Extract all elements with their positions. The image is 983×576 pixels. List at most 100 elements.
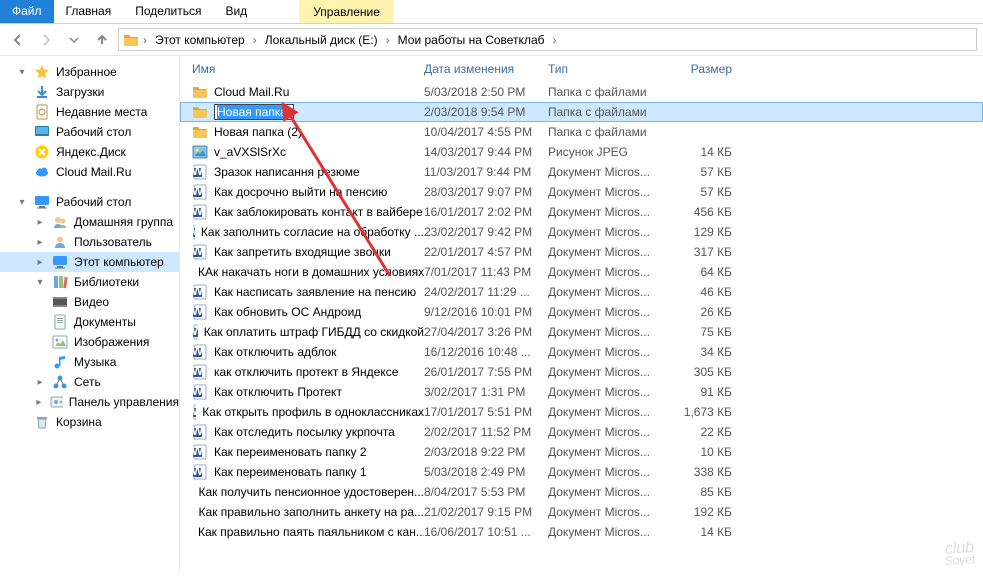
file-name-cell[interactable]: v_aVXSlSrXc (192, 144, 424, 160)
file-row[interactable]: КАк накачать ноги в домашних условиях7/0… (180, 262, 983, 282)
tree-homegroup[interactable]: ▸Домашняя группа (0, 212, 179, 232)
tree-lib-pictures[interactable]: Изображения (0, 332, 179, 352)
tree-this-pc[interactable]: ▸Этот компьютер (0, 252, 179, 272)
breadcrumb-chevron-icon[interactable]: › (141, 33, 149, 47)
ribbon-tab-file[interactable]: Файл (0, 0, 54, 23)
ribbon-tab-home[interactable]: Главная (54, 0, 124, 23)
file-name-cell[interactable]: Как отключить Протект (192, 384, 424, 400)
file-date-cell: 22/01/2017 4:57 PM (424, 245, 548, 259)
file-row[interactable]: Как открыть профиль в одноклассниках17/0… (180, 402, 983, 422)
file-name-cell[interactable]: Как заполнить согласие на обработку ... (192, 224, 424, 240)
word-icon (192, 184, 208, 200)
chevron-down-icon[interactable]: ▾ (16, 197, 28, 208)
file-name-cell[interactable]: Зразок написання резюме (192, 164, 424, 180)
tree-network[interactable]: ▸Сеть (0, 372, 179, 392)
chevron-right-icon[interactable]: ▸ (34, 397, 44, 408)
breadcrumb-folder[interactable]: Мои работы на Советклаб (394, 33, 549, 47)
file-name-cell[interactable]: Как открыть профиль в одноклассниках (192, 404, 424, 420)
file-name-cell[interactable]: Как насписать заявление на пенсию (192, 284, 424, 300)
tree-favorites[interactable]: ▾Избранное (0, 62, 179, 82)
file-row[interactable]: Как досрочно выйти на пенсию28/03/2017 9… (180, 182, 983, 202)
breadcrumb-this-pc[interactable]: Этот компьютер (151, 33, 249, 47)
column-date[interactable]: Дата изменения (424, 62, 548, 76)
file-name-cell[interactable]: Как оплатить штраф ГИБДД со скидкой (192, 324, 424, 340)
file-name-cell[interactable]: Cloud Mail.Ru (192, 84, 424, 100)
ribbon-tab-share[interactable]: Поделиться (123, 0, 213, 23)
file-row[interactable]: Как правильно паять паяльником с кан...1… (180, 522, 983, 542)
file-row[interactable]: Новая папка (2)10/04/2017 4:55 PMПапка с… (180, 122, 983, 142)
file-row[interactable]: Зразок написання резюме11/03/2017 9:44 P… (180, 162, 983, 182)
breadcrumb-drive[interactable]: Локальный диск (E:) (261, 33, 382, 47)
tree-control-panel[interactable]: ▸Панель управления (0, 392, 179, 412)
chevron-right-icon[interactable]: ▸ (34, 217, 46, 228)
file-row[interactable]: Как переименовать папку 15/03/2018 2:49 … (180, 462, 983, 482)
file-name-label: Новая папка (2) (214, 125, 302, 139)
file-row[interactable]: Как запретить входящие звонки22/01/2017 … (180, 242, 983, 262)
tree-libraries[interactable]: ▾Библиотеки (0, 272, 179, 292)
file-row[interactable]: Новая папка2/03/2018 9:54 PMПапка с файл… (180, 102, 983, 122)
tree-yandex-disk[interactable]: Яндекс.Диск (0, 142, 179, 162)
file-row[interactable]: v_aVXSlSrXc14/03/2017 9:44 PMРисунок JPE… (180, 142, 983, 162)
file-row[interactable]: Как заполнить согласие на обработку ...2… (180, 222, 983, 242)
nav-forward-button[interactable] (34, 28, 58, 52)
file-row[interactable]: Как отключить Протект3/02/2017 1:31 PMДо… (180, 382, 983, 402)
tree-recent[interactable]: Недавние места (0, 102, 179, 122)
tree-lib-docs[interactable]: Документы (0, 312, 179, 332)
file-name-cell[interactable]: КАк накачать ноги в домашних условиях (192, 264, 424, 280)
breadcrumb-chevron-icon[interactable]: › (251, 33, 259, 47)
nav-up-button[interactable] (90, 28, 114, 52)
tree-desktop-fav[interactable]: Рабочий стол (0, 122, 179, 142)
file-name-cell[interactable]: Как запретить входящие звонки (192, 244, 424, 260)
chevron-right-icon[interactable]: ▸ (34, 237, 46, 248)
chevron-right-icon[interactable]: ▸ (34, 257, 46, 268)
tree-cloud-mailru[interactable]: Cloud Mail.Ru (0, 162, 179, 182)
chevron-down-icon[interactable]: ▾ (34, 277, 46, 288)
file-name-cell[interactable]: Как отследить посылку укрпочта (192, 424, 424, 440)
nav-recent-button[interactable] (62, 28, 86, 52)
file-row[interactable]: как отключить протект в Яндексе26/01/201… (180, 362, 983, 382)
breadcrumb-chevron-icon[interactable]: › (384, 33, 392, 47)
file-name-cell[interactable]: Как переименовать папку 2 (192, 444, 424, 460)
file-name-cell[interactable]: Как обновить ОС Андроид (192, 304, 424, 320)
file-row[interactable]: Как заблокировать контакт в вайбере16/01… (180, 202, 983, 222)
file-name-label: Как отключить адблок (214, 345, 336, 359)
file-name-cell[interactable]: Как правильно паять паяльником с кан... (192, 524, 424, 540)
breadcrumb-chevron-icon[interactable]: › (551, 33, 559, 47)
file-row[interactable]: Как оплатить штраф ГИБДД со скидкой27/04… (180, 322, 983, 342)
file-name-cell[interactable]: Как отключить адблок (192, 344, 424, 360)
nav-back-button[interactable] (6, 28, 30, 52)
file-name-cell[interactable]: Как получить пенсионное удостоверен... (192, 484, 424, 500)
file-name-cell[interactable]: Как переименовать папку 1 (192, 464, 424, 480)
tree-downloads[interactable]: Загрузки (0, 82, 179, 102)
file-row[interactable]: Как насписать заявление на пенсию24/02/2… (180, 282, 983, 302)
file-name-cell[interactable]: как отключить протект в Яндексе (192, 364, 424, 380)
file-row[interactable]: Cloud Mail.Ru5/03/2018 2:50 PMПапка с фа… (180, 82, 983, 102)
file-name-cell[interactable]: Как правильно заполнить анкету на ра... (192, 504, 424, 520)
file-name-cell[interactable]: Новая папка (192, 104, 424, 120)
tree-user[interactable]: ▸Пользователь (0, 232, 179, 252)
ribbon-tab-manage[interactable]: Управление (305, 1, 388, 23)
chevron-down-icon[interactable]: ▾ (16, 67, 28, 78)
file-type-cell: Документ Micros... (548, 285, 662, 299)
rename-input[interactable]: Новая папка (214, 104, 294, 120)
file-row[interactable]: Как переименовать папку 22/03/2018 9:22 … (180, 442, 983, 462)
file-row[interactable]: Как отследить посылку укрпочта2/02/2017 … (180, 422, 983, 442)
tree-lib-music[interactable]: Музыка (0, 352, 179, 372)
file-row[interactable]: Как отключить адблок16/12/2016 10:48 ...… (180, 342, 983, 362)
file-name-cell[interactable]: Как заблокировать контакт в вайбере (192, 204, 424, 220)
file-name-cell[interactable]: Как досрочно выйти на пенсию (192, 184, 424, 200)
tree-lib-video[interactable]: Видео (0, 292, 179, 312)
address-box[interactable]: › Этот компьютер › Локальный диск (E:) ›… (118, 28, 977, 51)
column-type[interactable]: Тип (548, 62, 662, 76)
file-row[interactable]: Как правильно заполнить анкету на ра...2… (180, 502, 983, 522)
file-row[interactable]: Как получить пенсионное удостоверен...8/… (180, 482, 983, 502)
ribbon-tab-view[interactable]: Вид (213, 0, 259, 23)
tree-recycle-bin[interactable]: Корзина (0, 412, 179, 432)
column-name[interactable]: Имя (192, 62, 424, 76)
column-size[interactable]: Размер (662, 62, 732, 76)
tree-desktop[interactable]: ▾Рабочий стол (0, 192, 179, 212)
file-size-cell: 26 КБ (662, 305, 732, 319)
file-row[interactable]: Как обновить ОС Андроид9/12/2016 10:01 P… (180, 302, 983, 322)
file-name-cell[interactable]: Новая папка (2) (192, 124, 424, 140)
chevron-right-icon[interactable]: ▸ (34, 377, 46, 388)
